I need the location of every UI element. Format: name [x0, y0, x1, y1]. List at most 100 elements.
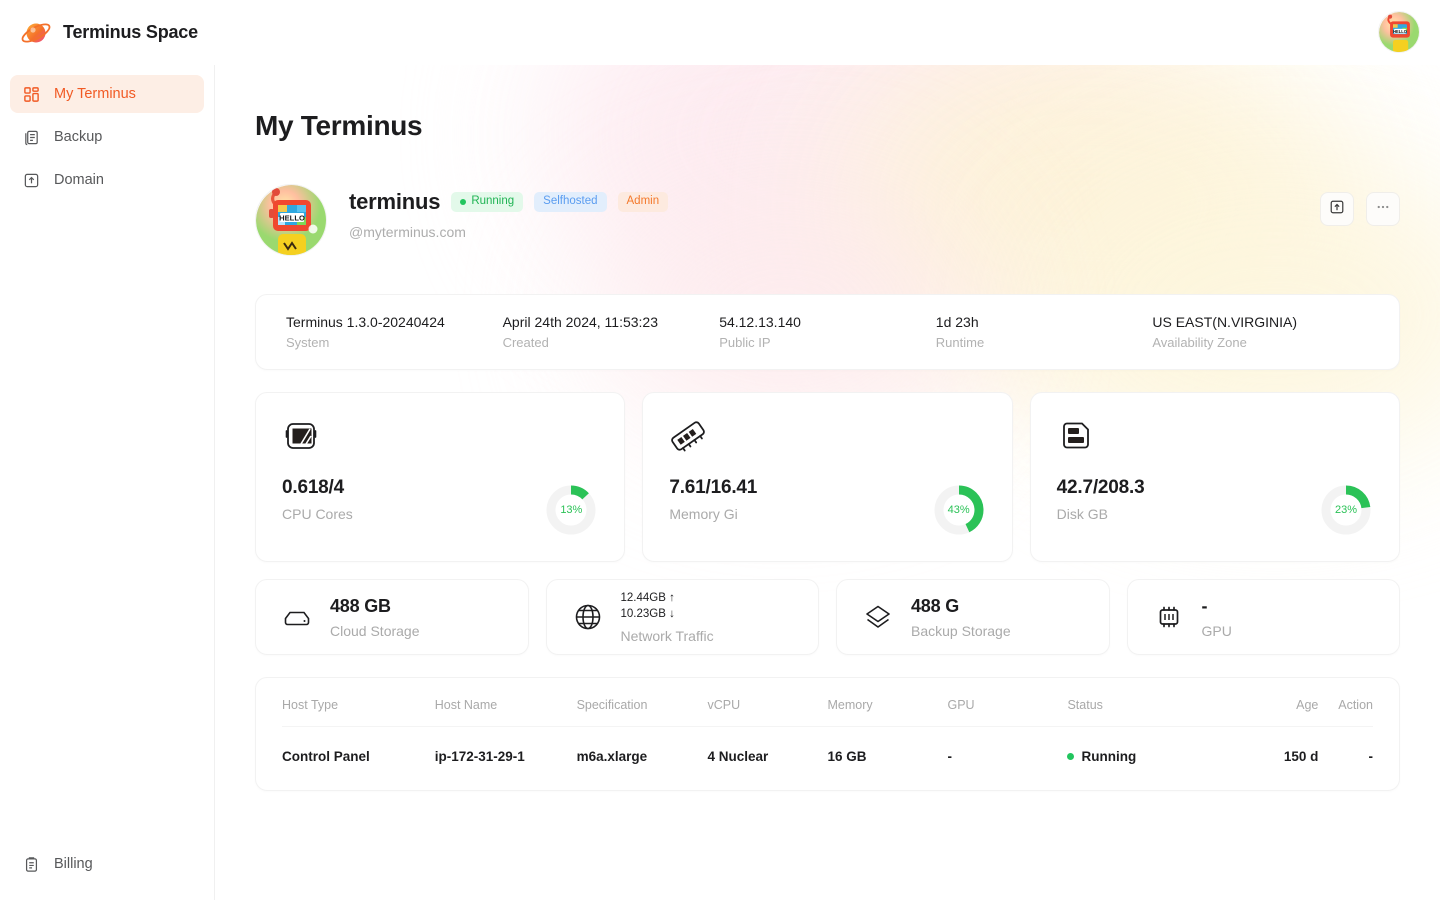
disk-usage-donut: 23% [1319, 483, 1373, 537]
column-header-status[interactable]: Status [1067, 678, 1209, 727]
svg-text:HELLO: HELLO [279, 213, 305, 222]
metric-card-disk: 42.7/208.3 Disk GB 23% [1030, 392, 1400, 562]
globe-icon [573, 602, 603, 632]
info-cell-system: Terminus 1.3.0-20240424 System [286, 314, 503, 350]
info-label: Availability Zone [1152, 335, 1369, 350]
terminus-avatar[interactable]: HELLO [255, 184, 327, 256]
hosts-table: Host Type Host Name Specification vCPU M… [282, 678, 1373, 790]
document-list-icon [22, 128, 40, 146]
info-value: 54.12.13.140 [719, 314, 936, 330]
sidebar-nav: My Terminus Backup Domain [0, 65, 214, 199]
main-content: My Terminus [215, 65, 1440, 900]
stat-label: Cloud Storage [330, 623, 420, 639]
clipboard-icon [22, 855, 40, 873]
info-value: Terminus 1.3.0-20240424 [286, 314, 503, 330]
cell-status: Running [1067, 727, 1209, 791]
box-arrow-up-icon [1329, 199, 1345, 220]
donut-percent-label: 43% [932, 483, 986, 537]
layers-icon [863, 602, 893, 632]
profile-actions [1320, 192, 1400, 226]
memory-usage-donut: 43% [932, 483, 986, 537]
metric-card-cpu: 0.618/4 CPU Cores 13% [255, 392, 625, 562]
share-button[interactable] [1320, 192, 1354, 226]
column-header-age[interactable]: Age [1209, 678, 1318, 727]
profile-handle: @myterminus.com [349, 224, 668, 240]
stat-value: 488 G [911, 596, 1011, 617]
planet-logo-icon [20, 17, 52, 49]
top-bar: Terminus Space HELLO [0, 0, 1440, 65]
info-cell-created: April 24th 2024, 11:53:23 Created [503, 314, 720, 350]
info-value: April 24th 2024, 11:53:23 [503, 314, 720, 330]
stat-card-cloud-storage: 488 GB Cloud Storage [255, 579, 529, 655]
grid-dashboard-icon [22, 85, 40, 103]
status-badge-selfhosted: Selfhosted [534, 192, 606, 212]
user-avatar[interactable]: HELLO [1378, 11, 1420, 53]
profile-info: terminus Running Selfhosted Admin @myter… [349, 184, 668, 240]
status-dot-icon [460, 199, 466, 205]
table-row[interactable]: Control Panel ip-172-31-29-1 m6a.xlarge … [282, 727, 1373, 791]
network-download-value: 10.23GB ↓ [621, 606, 714, 622]
sidebar-item-domain[interactable]: Domain [10, 161, 204, 199]
cell-host-type: Control Panel [282, 727, 435, 791]
gpu-chip-icon [1154, 602, 1184, 632]
stat-label: Backup Storage [911, 623, 1011, 639]
profile-header: HELLO terminus Running Selfhosted Admin [255, 184, 1400, 256]
brand-title: Terminus Space [63, 22, 198, 43]
status-badge-label: Running [471, 196, 514, 208]
sidebar: My Terminus Backup Domain [0, 65, 215, 900]
info-cell-runtime: 1d 23h Runtime [936, 314, 1153, 350]
status-badge-admin: Admin [618, 192, 669, 212]
info-label: Runtime [936, 335, 1153, 350]
info-value: 1d 23h [936, 314, 1153, 330]
table-head: Host Type Host Name Specification vCPU M… [282, 678, 1373, 727]
column-header-action[interactable]: Action [1318, 678, 1373, 727]
sidebar-item-label: Backup [54, 129, 102, 145]
sidebar-item-backup[interactable]: Backup [10, 118, 204, 156]
cloud-drive-icon [282, 602, 312, 632]
brand[interactable]: Terminus Space [0, 17, 198, 49]
sidebar-item-label: My Terminus [54, 86, 136, 102]
stat-label: Network Traffic [621, 628, 714, 644]
system-info-strip: Terminus 1.3.0-20240424 System April 24t… [255, 294, 1400, 370]
cell-host-name: ip-172-31-29-1 [435, 727, 577, 791]
table-header-row: Host Type Host Name Specification vCPU M… [282, 678, 1373, 727]
sidebar-item-label: Billing [54, 856, 93, 872]
donut-percent-label: 13% [544, 483, 598, 537]
cell-age: 150 d [1209, 727, 1318, 791]
info-value: US EAST(N.VIRGINIA) [1152, 314, 1369, 330]
cell-specification: m6a.xlarge [577, 727, 708, 791]
sidebar-bottom-nav: Billing [0, 845, 215, 888]
cell-gpu: - [947, 727, 1067, 791]
column-header-host-name[interactable]: Host Name [435, 678, 577, 727]
cpu-usage-donut: 13% [544, 483, 598, 537]
disk-drive-icon [1057, 417, 1095, 455]
donut-percent-label: 23% [1319, 483, 1373, 537]
status-dot-icon [1067, 753, 1074, 760]
cell-memory: 16 GB [827, 727, 947, 791]
more-button[interactable] [1366, 192, 1400, 226]
cell-vcpu: 4 Nuclear [707, 727, 827, 791]
column-header-host-type[interactable]: Host Type [282, 678, 435, 727]
sidebar-item-billing[interactable]: Billing [10, 845, 205, 883]
stat-cards: 488 GB Cloud Storage 12.44GB ↑ 10.23GB ↓ [255, 579, 1400, 655]
ellipsis-icon [1375, 199, 1391, 220]
profile-name: terminus [349, 189, 440, 215]
stat-card-network-traffic: 12.44GB ↑ 10.23GB ↓ Network Traffic [546, 579, 820, 655]
status-badge-running: Running [451, 192, 523, 212]
column-header-specification[interactable]: Specification [577, 678, 708, 727]
info-label: Created [503, 335, 720, 350]
svg-text:HELLO: HELLO [1393, 29, 1407, 34]
box-arrow-up-icon [22, 171, 40, 189]
column-header-gpu[interactable]: GPU [947, 678, 1067, 727]
cell-status-label: Running [1081, 749, 1136, 764]
memory-stick-icon [669, 417, 707, 455]
table-body: Control Panel ip-172-31-29-1 m6a.xlarge … [282, 727, 1373, 791]
info-cell-availability-zone: US EAST(N.VIRGINIA) Availability Zone [1152, 314, 1369, 350]
column-header-memory[interactable]: Memory [827, 678, 947, 727]
column-header-vcpu[interactable]: vCPU [707, 678, 827, 727]
info-label: System [286, 335, 503, 350]
sidebar-item-label: Domain [54, 172, 104, 188]
stat-value: - [1202, 596, 1232, 617]
sidebar-item-my-terminus[interactable]: My Terminus [10, 75, 204, 113]
stat-card-backup-storage: 488 G Backup Storage [836, 579, 1110, 655]
